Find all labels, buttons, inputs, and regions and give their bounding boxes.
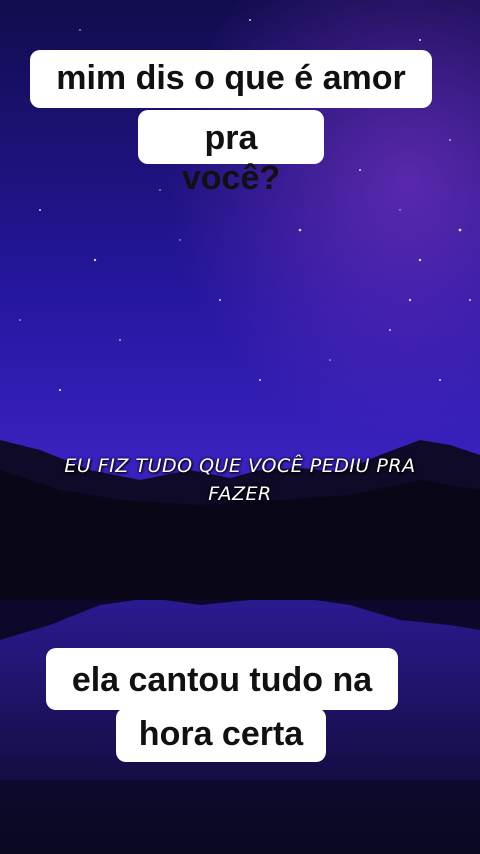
bottom-caption-line-1: ela cantou tudo na bbox=[46, 648, 398, 710]
top-caption-line-2: pra você? bbox=[138, 110, 324, 197]
lyrics-line-2: FAZER bbox=[208, 483, 272, 505]
lyrics-line-1: EU FIZ TUDO QUE VOCÊ PEDIU PRA bbox=[64, 455, 416, 477]
top-caption-line-1: mim dis o que é amor bbox=[30, 50, 432, 108]
bottom-caption-line-2: hora certa bbox=[116, 708, 326, 762]
lyrics-text: EU FIZ TUDO QUE VOCÊ PEDIU PRA FAZER bbox=[40, 452, 440, 508]
